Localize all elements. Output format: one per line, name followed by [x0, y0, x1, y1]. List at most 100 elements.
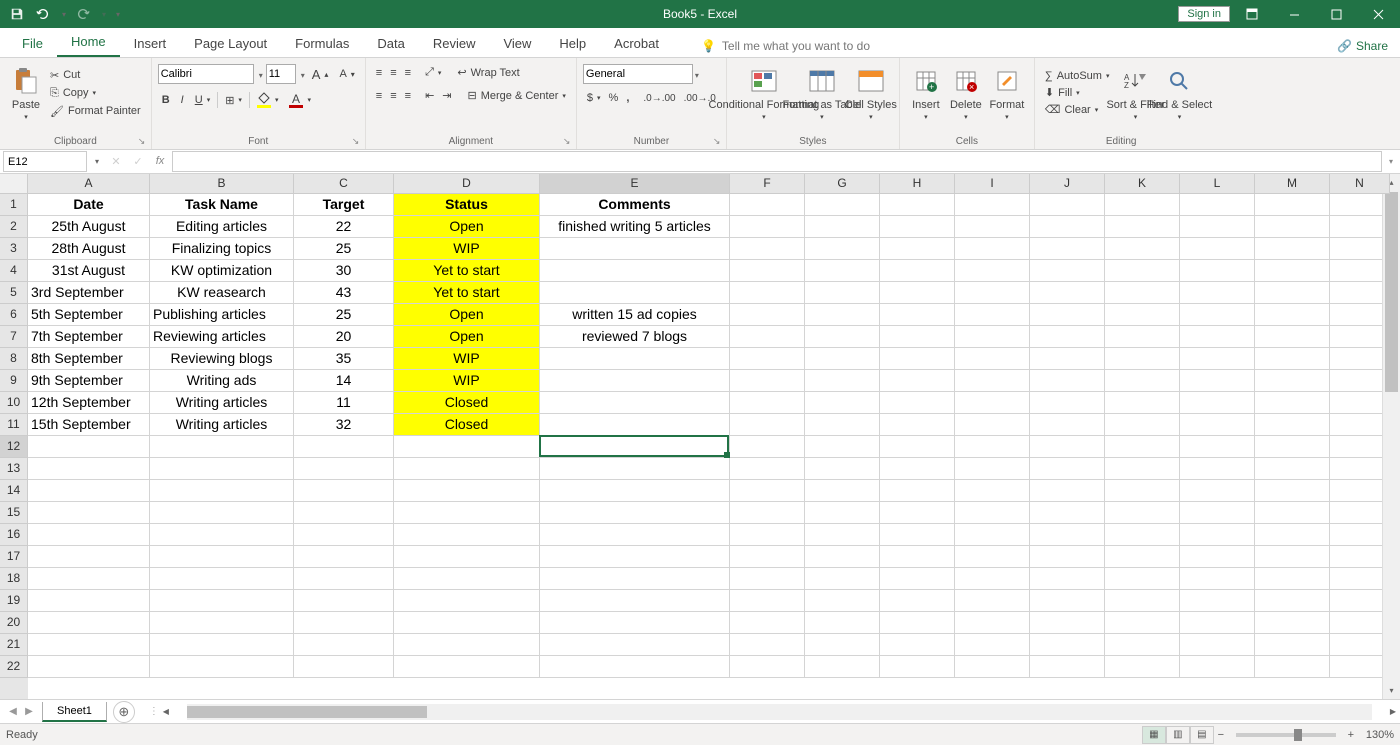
tab-view[interactable]: View	[489, 30, 545, 57]
cell-L8[interactable]	[1180, 348, 1255, 370]
format-cells-button[interactable]: Format▾	[986, 60, 1028, 126]
cell-H10[interactable]	[880, 392, 955, 414]
increase-font-button[interactable]: A▴	[308, 65, 333, 84]
cell-D5[interactable]: Yet to start	[394, 282, 540, 304]
cell-F20[interactable]	[730, 612, 805, 634]
cell-N10[interactable]	[1330, 392, 1382, 414]
cell-D4[interactable]: Yet to start	[394, 260, 540, 282]
cell-M20[interactable]	[1255, 612, 1330, 634]
cell-B2[interactable]: Editing articles	[150, 216, 294, 238]
cell-E21[interactable]	[540, 634, 730, 656]
cell-E3[interactable]	[540, 238, 730, 260]
cell-N2[interactable]	[1330, 216, 1382, 238]
row-header-22[interactable]: 22	[0, 656, 28, 678]
cell-F9[interactable]	[730, 370, 805, 392]
cell-J6[interactable]	[1030, 304, 1105, 326]
cell-D8[interactable]: WIP	[394, 348, 540, 370]
cell-D17[interactable]	[394, 546, 540, 568]
cell-A12[interactable]	[28, 436, 150, 458]
cell-E18[interactable]	[540, 568, 730, 590]
undo-dropdown[interactable]	[58, 3, 68, 25]
wrap-text-button[interactable]: ↩Wrap Text	[453, 64, 523, 81]
cell-M4[interactable]	[1255, 260, 1330, 282]
cell-B7[interactable]: Reviewing articles	[150, 326, 294, 348]
zoom-level[interactable]: 130%	[1366, 729, 1394, 741]
cell-H2[interactable]	[880, 216, 955, 238]
cell-L17[interactable]	[1180, 546, 1255, 568]
increase-indent-button[interactable]: ⇥	[438, 87, 455, 104]
save-icon[interactable]	[6, 3, 28, 25]
cell-I1[interactable]	[955, 194, 1030, 216]
cell-N11[interactable]	[1330, 414, 1382, 436]
cell-G16[interactable]	[805, 524, 880, 546]
cell-M8[interactable]	[1255, 348, 1330, 370]
scroll-right-button[interactable]: ▶	[1386, 707, 1400, 716]
cell-B3[interactable]: Finalizing topics	[150, 238, 294, 260]
cell-C17[interactable]	[294, 546, 394, 568]
tab-review[interactable]: Review	[419, 30, 490, 57]
cell-E12[interactable]	[540, 436, 730, 458]
cell-C1[interactable]: Target	[294, 194, 394, 216]
cell-C12[interactable]	[294, 436, 394, 458]
cell-G19[interactable]	[805, 590, 880, 612]
fill-button[interactable]: ⬇Fill▾	[1041, 84, 1114, 101]
cell-D6[interactable]: Open	[394, 304, 540, 326]
cell-J16[interactable]	[1030, 524, 1105, 546]
cell-J9[interactable]	[1030, 370, 1105, 392]
cell-J20[interactable]	[1030, 612, 1105, 634]
cell-E6[interactable]: written 15 ad copies	[540, 304, 730, 326]
cell-E16[interactable]	[540, 524, 730, 546]
row-header-18[interactable]: 18	[0, 568, 28, 590]
cell-D21[interactable]	[394, 634, 540, 656]
cell-A20[interactable]	[28, 612, 150, 634]
cell-N16[interactable]	[1330, 524, 1382, 546]
cell-I6[interactable]	[955, 304, 1030, 326]
decrease-indent-button[interactable]: ⇤	[421, 87, 438, 104]
cell-G11[interactable]	[805, 414, 880, 436]
cell-H5[interactable]	[880, 282, 955, 304]
cell-M21[interactable]	[1255, 634, 1330, 656]
cell-J14[interactable]	[1030, 480, 1105, 502]
row-header-7[interactable]: 7	[0, 326, 28, 348]
insert-function-button[interactable]: fx	[150, 155, 170, 168]
cell-J18[interactable]	[1030, 568, 1105, 590]
cell-N6[interactable]	[1330, 304, 1382, 326]
row-header-6[interactable]: 6	[0, 304, 28, 326]
cell-A10[interactable]: 12th September	[28, 392, 150, 414]
cell-A19[interactable]	[28, 590, 150, 612]
cell-F11[interactable]	[730, 414, 805, 436]
cell-E5[interactable]	[540, 282, 730, 304]
maximize-button[interactable]	[1316, 0, 1356, 28]
cell-B13[interactable]	[150, 458, 294, 480]
cell-M15[interactable]	[1255, 502, 1330, 524]
cell-H11[interactable]	[880, 414, 955, 436]
cell-M2[interactable]	[1255, 216, 1330, 238]
border-button[interactable]: ⊞▾	[221, 92, 246, 109]
cell-C15[interactable]	[294, 502, 394, 524]
cut-button[interactable]: ✂Cut	[46, 67, 145, 84]
cell-G18[interactable]	[805, 568, 880, 590]
cell-L9[interactable]	[1180, 370, 1255, 392]
cell-B11[interactable]: Writing articles	[150, 414, 294, 436]
cell-N22[interactable]	[1330, 656, 1382, 678]
cell-G14[interactable]	[805, 480, 880, 502]
cell-H1[interactable]	[880, 194, 955, 216]
cell-D19[interactable]	[394, 590, 540, 612]
cell-F5[interactable]	[730, 282, 805, 304]
cell-E10[interactable]	[540, 392, 730, 414]
cell-K3[interactable]	[1105, 238, 1180, 260]
minimize-button[interactable]	[1274, 0, 1314, 28]
cell-I22[interactable]	[955, 656, 1030, 678]
cell-D18[interactable]	[394, 568, 540, 590]
column-header-I[interactable]: I	[955, 174, 1030, 194]
cell-D11[interactable]: Closed	[394, 414, 540, 436]
tab-file[interactable]: File	[8, 30, 57, 57]
cell-N19[interactable]	[1330, 590, 1382, 612]
cell-L20[interactable]	[1180, 612, 1255, 634]
cell-A8[interactable]: 8th September	[28, 348, 150, 370]
row-header-8[interactable]: 8	[0, 348, 28, 370]
font-color-button[interactable]: A▾	[285, 90, 315, 110]
cell-G4[interactable]	[805, 260, 880, 282]
cell-K16[interactable]	[1105, 524, 1180, 546]
formula-bar-expand[interactable]: ▾	[1382, 157, 1400, 166]
